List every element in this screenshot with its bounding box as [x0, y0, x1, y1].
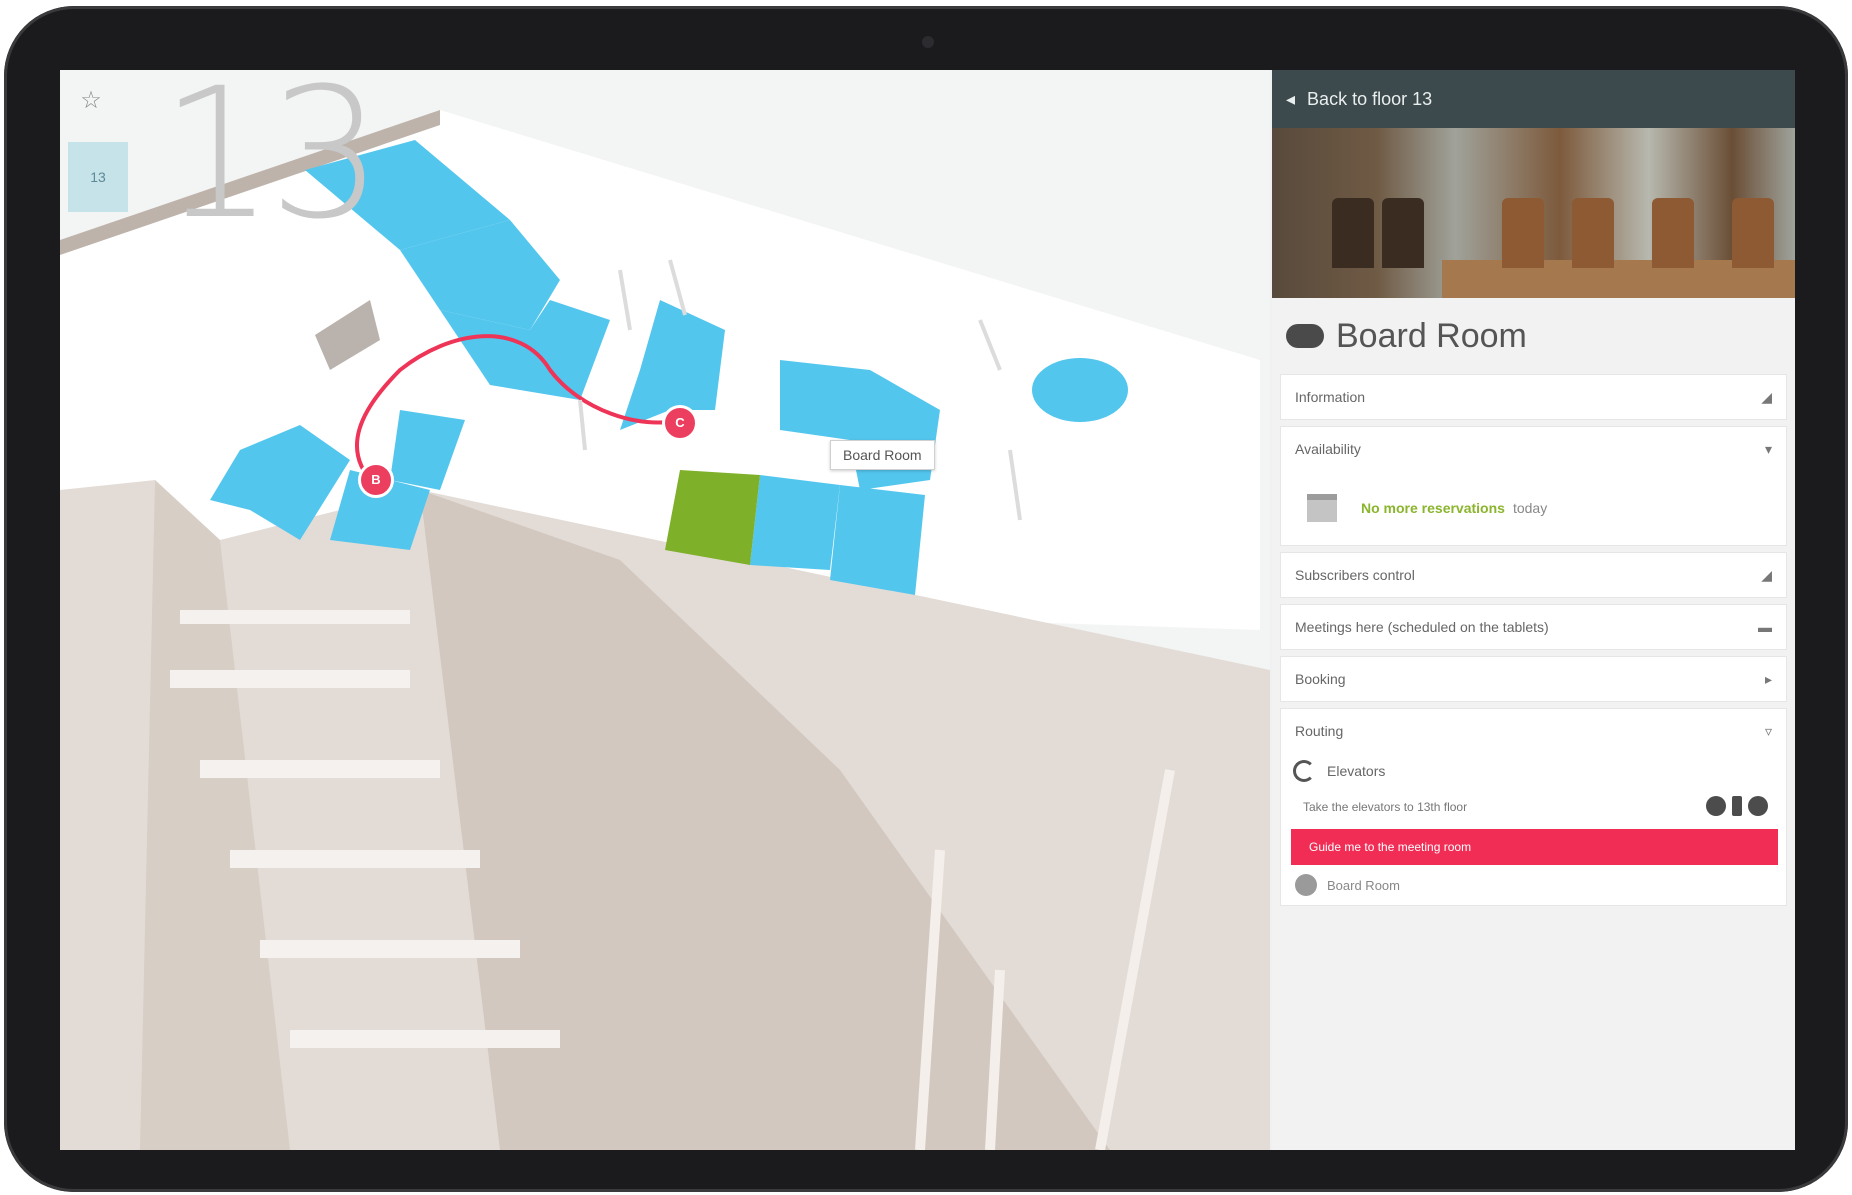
meetings-section[interactable]: Meetings here (scheduled on the tablets)…: [1280, 604, 1787, 650]
back-arrow-icon[interactable]: ◂: [1286, 89, 1295, 110]
section-label: Routing: [1295, 723, 1344, 739]
transport-label: Take the elevators to 13th floor: [1303, 800, 1468, 814]
level-selector-button[interactable]: 13: [68, 142, 128, 212]
route-destination: Board Room: [1281, 865, 1786, 905]
booking-section[interactable]: Booking ▸: [1280, 656, 1787, 702]
screen: 13 ☆ 13 Board Room B C ◂ Back to floor 1…: [60, 70, 1795, 1150]
section-label: Information: [1295, 389, 1366, 405]
accessible-mode-icon[interactable]: [1748, 795, 1768, 816]
route-start-label: Elevators: [1327, 763, 1386, 779]
expand-icon[interactable]: ▸: [1765, 671, 1772, 688]
route-start-pin[interactable]: B: [358, 462, 394, 498]
tablet-frame: 13 ☆ 13 Board Room B C ◂ Back to floor 1…: [4, 6, 1848, 1192]
room-name: Board Room: [1336, 316, 1527, 355]
availability-section[interactable]: Availability ▾ No more reservations today: [1280, 426, 1787, 546]
information-section[interactable]: Information ◢: [1280, 374, 1787, 420]
panel-header[interactable]: ◂ Back to floor 13: [1272, 70, 1795, 128]
floor-map[interactable]: 13 ☆ 13 Board Room B C: [60, 70, 1270, 1150]
camera: [922, 36, 934, 48]
pin-icon: [1295, 874, 1317, 896]
availability-when: today: [1512, 500, 1548, 516]
floor-number: 13: [160, 70, 383, 259]
subscribers-section[interactable]: Subscribers control ◢: [1280, 552, 1787, 598]
room-detail-panel: ◂ Back to floor 13 Board Room Informatio…: [1272, 70, 1795, 1150]
calendar-icon: [1307, 494, 1337, 522]
chevron-down-icon[interactable]: ▿: [1765, 723, 1772, 740]
route-start: Elevators: [1281, 753, 1786, 789]
availability-status: No more reservations: [1361, 500, 1505, 516]
back-label[interactable]: Back to floor 13: [1307, 89, 1432, 110]
section-label: Subscribers control: [1295, 567, 1415, 583]
availability-row: No more reservations today: [1281, 471, 1786, 545]
room-title: Board Room: [1272, 298, 1795, 374]
routing-section[interactable]: Routing ▿ Elevators Take the elevators to…: [1280, 708, 1787, 906]
board-room-highlight: [665, 470, 760, 565]
transport-row: Take the elevators to 13th floor: [1281, 789, 1786, 825]
room-tooltip: Board Room: [830, 440, 935, 470]
collapse-icon[interactable]: ▬: [1758, 619, 1772, 635]
cloud-icon: [1286, 324, 1324, 348]
destination-label: Board Room: [1327, 877, 1400, 893]
expand-icon[interactable]: ◢: [1761, 389, 1772, 406]
collapse-icon[interactable]: ▾: [1765, 441, 1772, 458]
elevator-icon: [1293, 760, 1315, 782]
room-photo: [1272, 128, 1795, 298]
route-end-pin[interactable]: C: [662, 405, 698, 441]
section-label: Meetings here (scheduled on the tablets): [1295, 619, 1549, 635]
star-icon[interactable]: ☆: [78, 88, 104, 114]
walk-mode-icon[interactable]: [1706, 795, 1726, 816]
expand-icon[interactable]: ◢: [1761, 567, 1772, 584]
section-label: Booking: [1295, 671, 1346, 687]
guide-button[interactable]: Guide me to the meeting room: [1291, 829, 1778, 865]
section-label: Availability: [1295, 441, 1361, 457]
elevator-mode-icon[interactable]: [1732, 795, 1742, 816]
